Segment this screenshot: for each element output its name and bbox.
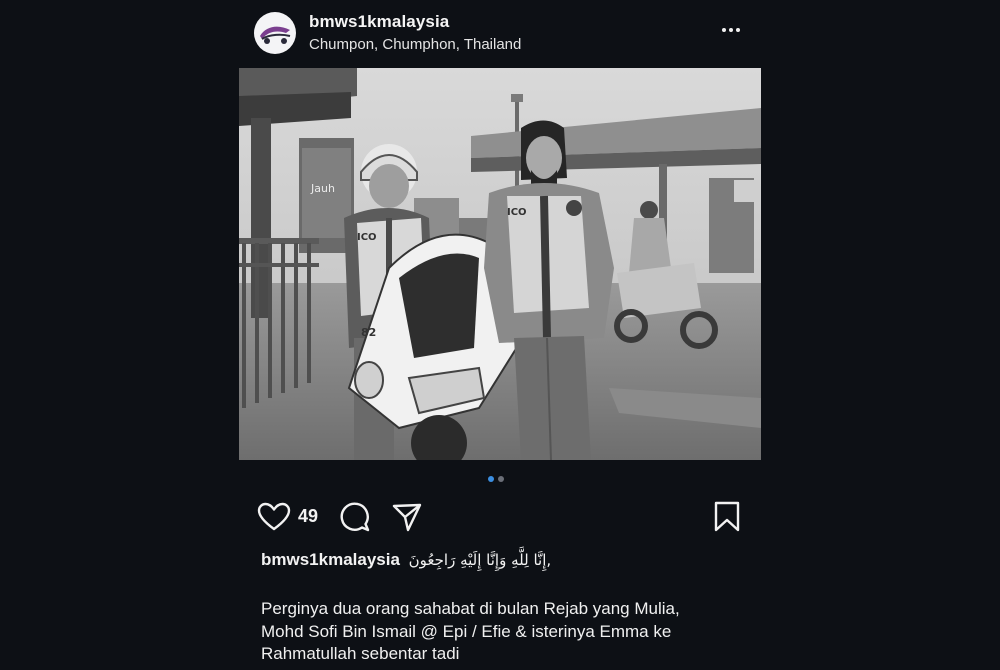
caption-line: Mohd Sofi Bin Ismail @ Epi / Efie & iste… bbox=[261, 621, 672, 641]
avatar[interactable] bbox=[254, 12, 296, 54]
like-button[interactable] bbox=[257, 502, 291, 537]
more-dot-icon bbox=[736, 28, 740, 32]
more-dot-icon bbox=[729, 28, 733, 32]
post-header: bmws1kmalaysia Chumpon, Chumphon, Thaila… bbox=[254, 10, 764, 58]
more-options-button[interactable] bbox=[716, 18, 746, 42]
bike-number-text: 82 bbox=[361, 326, 376, 339]
carousel-indicator bbox=[488, 476, 514, 484]
caption-body: Perginya dua orang sahabat di bulan Reja… bbox=[261, 598, 761, 666]
post-photo[interactable]: Jauh ICO 82 ICO bbox=[239, 68, 761, 460]
bookmark-icon bbox=[714, 501, 740, 532]
comment-button[interactable] bbox=[339, 501, 371, 538]
share-button[interactable] bbox=[391, 501, 423, 538]
carousel-dot bbox=[498, 476, 504, 482]
more-dot-icon bbox=[722, 28, 726, 32]
photo-scene: Jauh ICO 82 ICO bbox=[239, 68, 761, 460]
heart-icon bbox=[257, 502, 291, 531]
share-icon bbox=[392, 503, 422, 532]
carousel-dot-active bbox=[488, 476, 494, 482]
post-location[interactable]: Chumpon, Chumphon, Thailand bbox=[309, 36, 521, 53]
brand-logo-icon bbox=[255, 13, 295, 53]
caption-line: Rahmatullah sebentar tadi bbox=[261, 644, 460, 663]
caption-arabic-text: إِنَّا لِلَّهِ وَإِنَّا إِلَيْهِ رَاجِعُ… bbox=[408, 551, 552, 569]
caption-line: Perginya dua orang sahabat di bulan Reja… bbox=[261, 599, 680, 618]
jacket-text-left: ICO bbox=[357, 232, 377, 243]
action-bar: 49 bbox=[255, 498, 745, 534]
caption-username[interactable]: bmws1kmalaysia bbox=[261, 550, 400, 569]
like-count[interactable]: 49 bbox=[298, 506, 318, 527]
caption-header: bmws1kmalaysia إِنَّا لِلَّهِ وَإِنَّا إ… bbox=[261, 550, 761, 570]
bookmark-button[interactable] bbox=[713, 501, 741, 538]
shop-sign-text: Jauh bbox=[310, 182, 335, 195]
comment-icon bbox=[340, 502, 370, 532]
jacket-text-right: ICO bbox=[507, 207, 527, 218]
post-username[interactable]: bmws1kmalaysia bbox=[309, 12, 449, 32]
